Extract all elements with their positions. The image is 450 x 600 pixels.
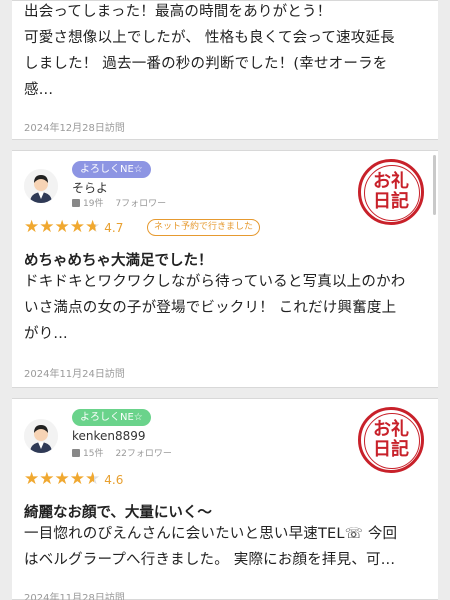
follower-count: 22フォロワー [115, 449, 172, 459]
review-card[interactable]: よろしくNE☆ kenken8899 15件 22フォロワー ★ ★ ★ ★ ★… [12, 398, 438, 600]
review-headline[interactable]: めちゃめちゃ大満足でした！ [24, 249, 213, 270]
star-icon: ★ [39, 469, 55, 489]
review-body: 出会ってしまった！最高の時間をありがとう！ 可愛さ想像以上でしたが、 性格も良く… [24, 4, 395, 98]
rating: ★ ★ ★ ★ ★ 4.7 [24, 219, 123, 236]
star-icon: ★ [69, 469, 85, 489]
thanks-diary-stamp[interactable]: お礼 日記 [358, 407, 424, 473]
username[interactable]: そらよ [72, 179, 108, 196]
star-icon: ★ [24, 217, 40, 237]
review-card[interactable]: 出会ってしまった！最高の時間をありがとう！ 可愛さ想像以上でしたが、 性格も良く… [12, 0, 438, 140]
half-star-icon: ★ [85, 469, 101, 489]
avatar[interactable] [24, 419, 58, 453]
star-icon: ★ [54, 217, 70, 237]
rating-score: 4.7 [104, 220, 124, 235]
username[interactable]: kenken8899 [72, 429, 146, 443]
user-tag: よろしくNE☆ [72, 409, 151, 426]
thanks-diary-stamp[interactable]: お礼 日記 [358, 159, 424, 225]
review-headline[interactable]: 綺麗なお顔で、大量にいく～ [24, 501, 212, 522]
review-count: 19件 [83, 199, 104, 209]
star-icon: ★ [39, 217, 55, 237]
review-body: ドキドキとワクワクしながら待っていると写真以上のかわ いさ満点の女の子が登場でビ… [24, 274, 406, 342]
user-avatar-icon [24, 169, 58, 203]
rating-score: 4.6 [104, 472, 124, 487]
review-card[interactable]: よろしくNE☆ そらよ 19件 7フォロワー ★ ★ ★ ★ ★ 4.7 ネット… [12, 150, 438, 388]
review-body: 一目惚れのぴえんさんに会いたいと思い早速TEL☏ 今回 はベルグラープへ行きまし… [24, 526, 398, 568]
user-stats: 15件 22フォロワー [72, 446, 172, 459]
user-tag: よろしくNE☆ [72, 161, 151, 178]
review-count: 15件 [83, 449, 104, 459]
review-count-icon [72, 198, 80, 207]
visit-date: 2024年12月28日訪問 [24, 123, 125, 134]
user-avatar-icon [24, 419, 58, 453]
visit-date: 2024年11月28日訪問 [24, 593, 125, 600]
visit-date: 2024年11月24日訪問 [24, 369, 125, 380]
scrollbar[interactable] [433, 155, 436, 215]
avatar[interactable] [24, 169, 58, 203]
rating: ★ ★ ★ ★ ★ 4.6 [24, 471, 123, 488]
star-icon: ★ [24, 469, 40, 489]
star-icon: ★ [54, 469, 70, 489]
review-count-icon [72, 448, 80, 457]
follower-count: 7フォロワー [115, 199, 167, 209]
review-list: 出会ってしまった！最高の時間をありがとう！ 可愛さ想像以上でしたが、 性格も良く… [0, 0, 450, 600]
reservation-badge: ネット予約で行きました [147, 219, 261, 236]
user-stats: 19件 7フォロワー [72, 196, 166, 209]
star-icon: ★ [69, 217, 85, 237]
half-star-icon: ★ [85, 217, 101, 237]
